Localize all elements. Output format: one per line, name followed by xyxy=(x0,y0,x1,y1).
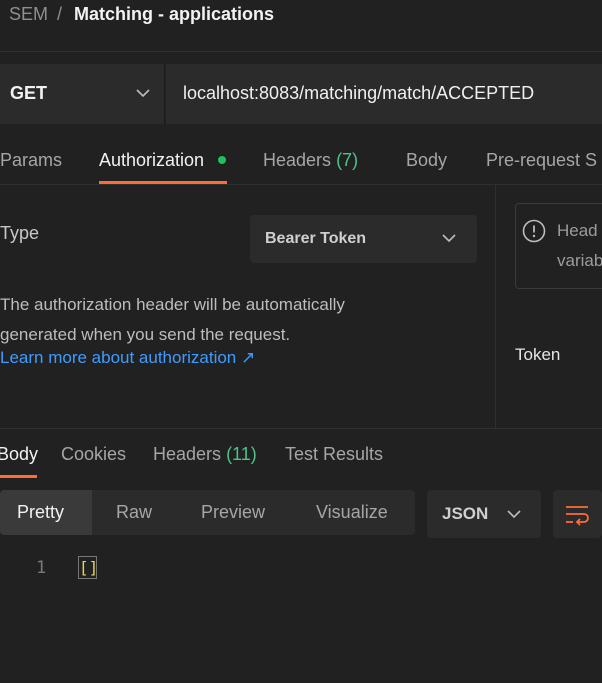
auth-description: The authorization header will be automat… xyxy=(0,295,345,344)
response-tab-headers-label: Headers xyxy=(153,444,222,464)
format-select-value[interactable]: JSON xyxy=(442,504,488,524)
response-tab-cookies[interactable]: Cookies xyxy=(61,444,126,465)
token-label: Token xyxy=(515,345,561,364)
active-dot-indicator xyxy=(218,156,226,164)
breadcrumb-separator: / xyxy=(57,4,63,24)
auth-type-label: Type xyxy=(0,223,40,243)
response-tab-body[interactable]: Body xyxy=(0,444,38,465)
tab-body[interactable]: Body xyxy=(406,150,447,171)
info-text-line2: variab xyxy=(557,251,602,270)
tab-headers[interactable]: Headers (7) xyxy=(263,150,358,171)
response-tab-headers-count: (11) xyxy=(226,444,257,464)
tab-pre-request-script[interactable]: Pre-request S xyxy=(486,150,597,171)
chevron-down-icon[interactable] xyxy=(134,84,152,102)
tabs-divider xyxy=(0,184,602,185)
auth-type-value[interactable]: Bearer Token xyxy=(265,230,366,248)
chevron-down-icon[interactable] xyxy=(440,229,458,247)
view-preview-button[interactable]: Preview xyxy=(201,502,265,523)
response-tab-headers[interactable]: Headers (11) xyxy=(153,444,257,465)
response-body-code[interactable]: [] xyxy=(78,556,98,579)
learn-more-link[interactable]: Learn more about authorization ↗ xyxy=(0,348,255,368)
tab-headers-label: Headers xyxy=(263,150,332,170)
tab-headers-count: (7) xyxy=(336,150,359,170)
view-raw-button[interactable]: Raw xyxy=(116,502,152,523)
view-visualize-button[interactable]: Visualize xyxy=(316,502,388,523)
line-number: 1 xyxy=(36,558,47,578)
pane-splitter[interactable] xyxy=(495,185,496,428)
header-divider xyxy=(0,51,602,52)
info-callout xyxy=(515,203,602,289)
method-label[interactable]: GET xyxy=(10,83,47,104)
response-tab-test-results[interactable]: Test Results xyxy=(285,444,383,465)
tab-params[interactable]: Params xyxy=(0,150,62,171)
info-text-line1: Head xyxy=(557,221,598,240)
breadcrumb-workspace[interactable]: SEM xyxy=(9,4,48,25)
view-pretty-button[interactable]: Pretty xyxy=(17,502,64,523)
tab-authorization[interactable]: Authorization xyxy=(99,150,204,171)
url-input-text[interactable]: localhost:8083/matching/match/ACCEPTED xyxy=(183,83,534,104)
response-divider[interactable] xyxy=(0,428,602,429)
wrap-lines-icon[interactable] xyxy=(564,502,590,526)
request-title[interactable]: Matching - applications xyxy=(74,4,274,25)
exclamation-circle-icon xyxy=(522,219,546,243)
response-active-underline xyxy=(0,475,37,478)
chevron-down-icon[interactable] xyxy=(505,505,523,523)
